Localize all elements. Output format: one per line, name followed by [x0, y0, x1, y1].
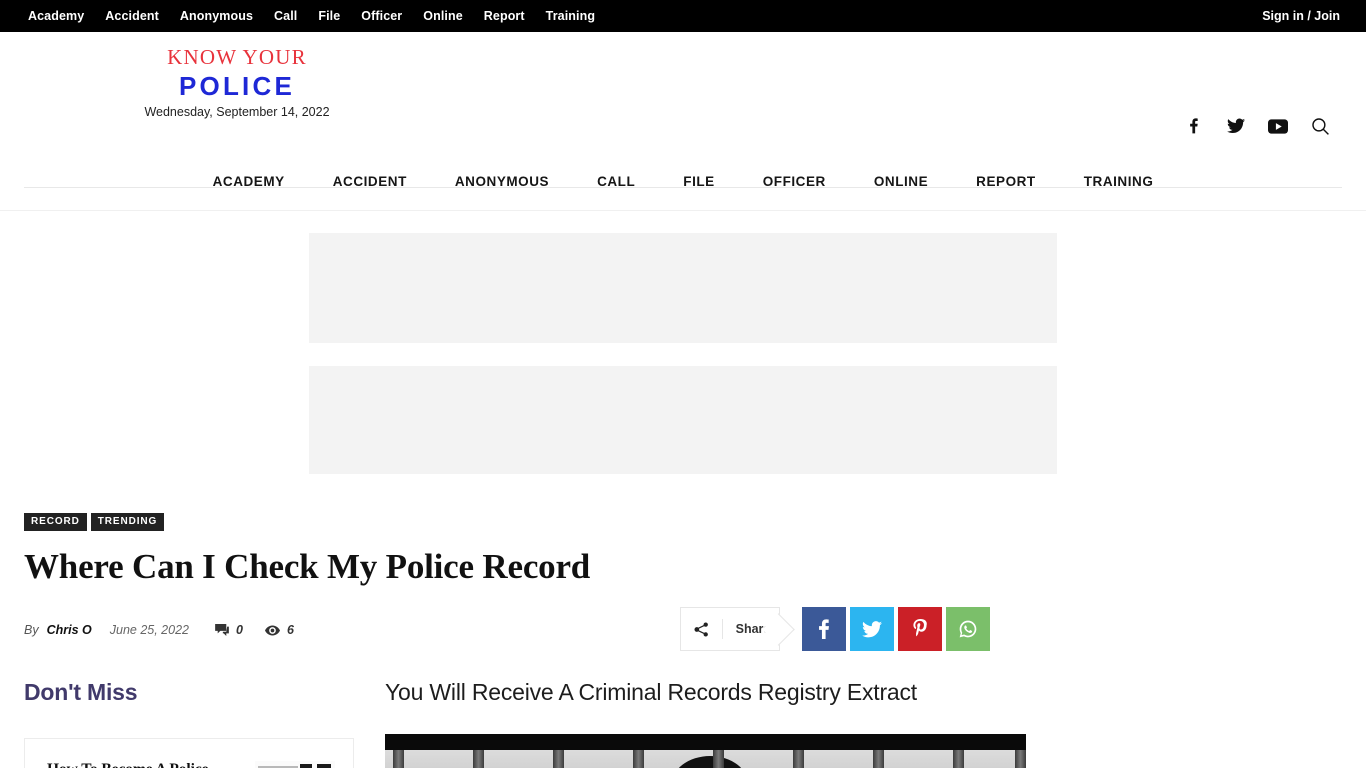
sign-in-join-link[interactable]: Sign in / Join	[1262, 9, 1340, 23]
dont-miss-card-title[interactable]: How To Become A Police Informant	[47, 761, 241, 768]
nav-item-anonymous[interactable]: ANONYMOUS	[431, 154, 573, 210]
post-meta-row: By Chris O June 25, 2022 0 6 Share	[24, 607, 1006, 652]
comment-count[interactable]: 0	[215, 623, 243, 637]
byline: By Chris O June 25, 2022 0 6	[24, 623, 316, 637]
comment-icon	[215, 624, 229, 636]
article-column: You Will Receive A Criminal Records Regi…	[354, 678, 1026, 768]
dont-miss-card-text: How To Become A Police Informant May 6, …	[47, 761, 241, 768]
nav-item-call[interactable]: CALL	[573, 154, 659, 210]
logo-line-police: POLICE	[179, 71, 295, 101]
post-tag-list: RECORD TRENDING	[24, 513, 1006, 531]
nav-item-report[interactable]: REPORT	[952, 154, 1060, 210]
main-content: RECORD TRENDING Where Can I Check My Pol…	[0, 513, 1366, 768]
dont-miss-column: Don't Miss How To Become A Police Inform…	[24, 678, 354, 768]
view-count-value: 6	[286, 623, 294, 637]
post-tag-trending[interactable]: TRENDING	[90, 513, 165, 531]
photo-top-band	[385, 734, 1026, 750]
nav-item-online[interactable]: ONLINE	[850, 154, 952, 210]
topbar-link-academy[interactable]: Academy	[28, 0, 84, 32]
top-bar-nav: Academy Accident Anonymous Call File Off…	[28, 0, 595, 32]
share-whatsapp-button[interactable]	[946, 607, 990, 651]
topbar-link-online[interactable]: Online	[423, 0, 463, 32]
ad-banner-group	[0, 211, 1366, 474]
nav-item-file[interactable]: FILE	[659, 154, 738, 210]
view-count: 6	[264, 623, 294, 637]
nav-item-accident[interactable]: ACCIDENT	[309, 154, 431, 210]
article-section-heading: You Will Receive A Criminal Records Regi…	[385, 679, 917, 705]
top-bar: Academy Accident Anonymous Call File Off…	[0, 0, 1366, 32]
logo-line-know-your: KNOW YOUR	[167, 45, 307, 69]
share-pinterest-button[interactable]	[898, 607, 942, 651]
topbar-link-accident[interactable]: Accident	[105, 0, 159, 32]
author-link[interactable]: Chris O	[47, 623, 92, 637]
share-twitter-button[interactable]	[850, 607, 894, 651]
post-tag-record[interactable]: RECORD	[24, 513, 87, 531]
by-label: By	[24, 623, 39, 637]
post-header: RECORD TRENDING Where Can I Check My Pol…	[24, 513, 1006, 652]
content-columns: Don't Miss How To Become A Police Inform…	[24, 678, 1342, 768]
search-icon[interactable]	[1310, 116, 1330, 136]
dont-miss-heading: Don't Miss	[24, 679, 138, 705]
share-icon	[682, 621, 722, 637]
topbar-right: Sign in / Join	[1262, 0, 1340, 32]
twitter-icon[interactable]	[1226, 116, 1246, 136]
share-bar: Share	[680, 607, 990, 651]
list-item[interactable]: How To Become A Police Informant May 6, …	[24, 738, 354, 768]
share-facebook-button[interactable]	[802, 607, 846, 651]
dont-miss-card-thumbnail	[255, 761, 335, 768]
topbar-link-call[interactable]: Call	[274, 0, 297, 32]
header-divider	[24, 187, 1342, 188]
social-share-buttons	[802, 607, 990, 651]
topbar-link-officer[interactable]: Officer	[361, 0, 402, 32]
header-icon-group	[1184, 116, 1330, 136]
post-date: June 25, 2022	[109, 623, 189, 637]
nav-item-training[interactable]: TRAINING	[1060, 154, 1178, 210]
eye-icon	[264, 625, 280, 635]
topbar-link-report[interactable]: Report	[484, 0, 525, 32]
topbar-link-training[interactable]: Training	[546, 0, 595, 32]
comment-count-value: 0	[236, 623, 243, 637]
share-button[interactable]: Share	[680, 607, 780, 651]
site-logo[interactable]: KNOW YOUR POLICE Wednesday, September 14…	[141, 44, 333, 121]
ad-banner-second[interactable]	[309, 366, 1057, 474]
topbar-link-anonymous[interactable]: Anonymous	[180, 0, 253, 32]
site-header: KNOW YOUR POLICE Wednesday, September 14…	[0, 32, 1366, 188]
facebook-icon[interactable]	[1184, 116, 1204, 136]
page-title: Where Can I Check My Police Record	[24, 547, 591, 586]
article-photo-prison-bars	[385, 734, 1026, 768]
topbar-link-file[interactable]: File	[318, 0, 340, 32]
current-date: Wednesday, September 14, 2022	[144, 105, 330, 119]
youtube-icon[interactable]	[1268, 116, 1288, 136]
nav-item-officer[interactable]: OFFICER	[739, 154, 850, 210]
main-navigation: ACADEMY ACCIDENT ANONYMOUS CALL FILE OFF…	[0, 154, 1366, 211]
nav-item-academy[interactable]: ACADEMY	[189, 154, 309, 210]
share-label: Share	[735, 622, 771, 636]
ad-banner-top[interactable]	[309, 233, 1057, 343]
